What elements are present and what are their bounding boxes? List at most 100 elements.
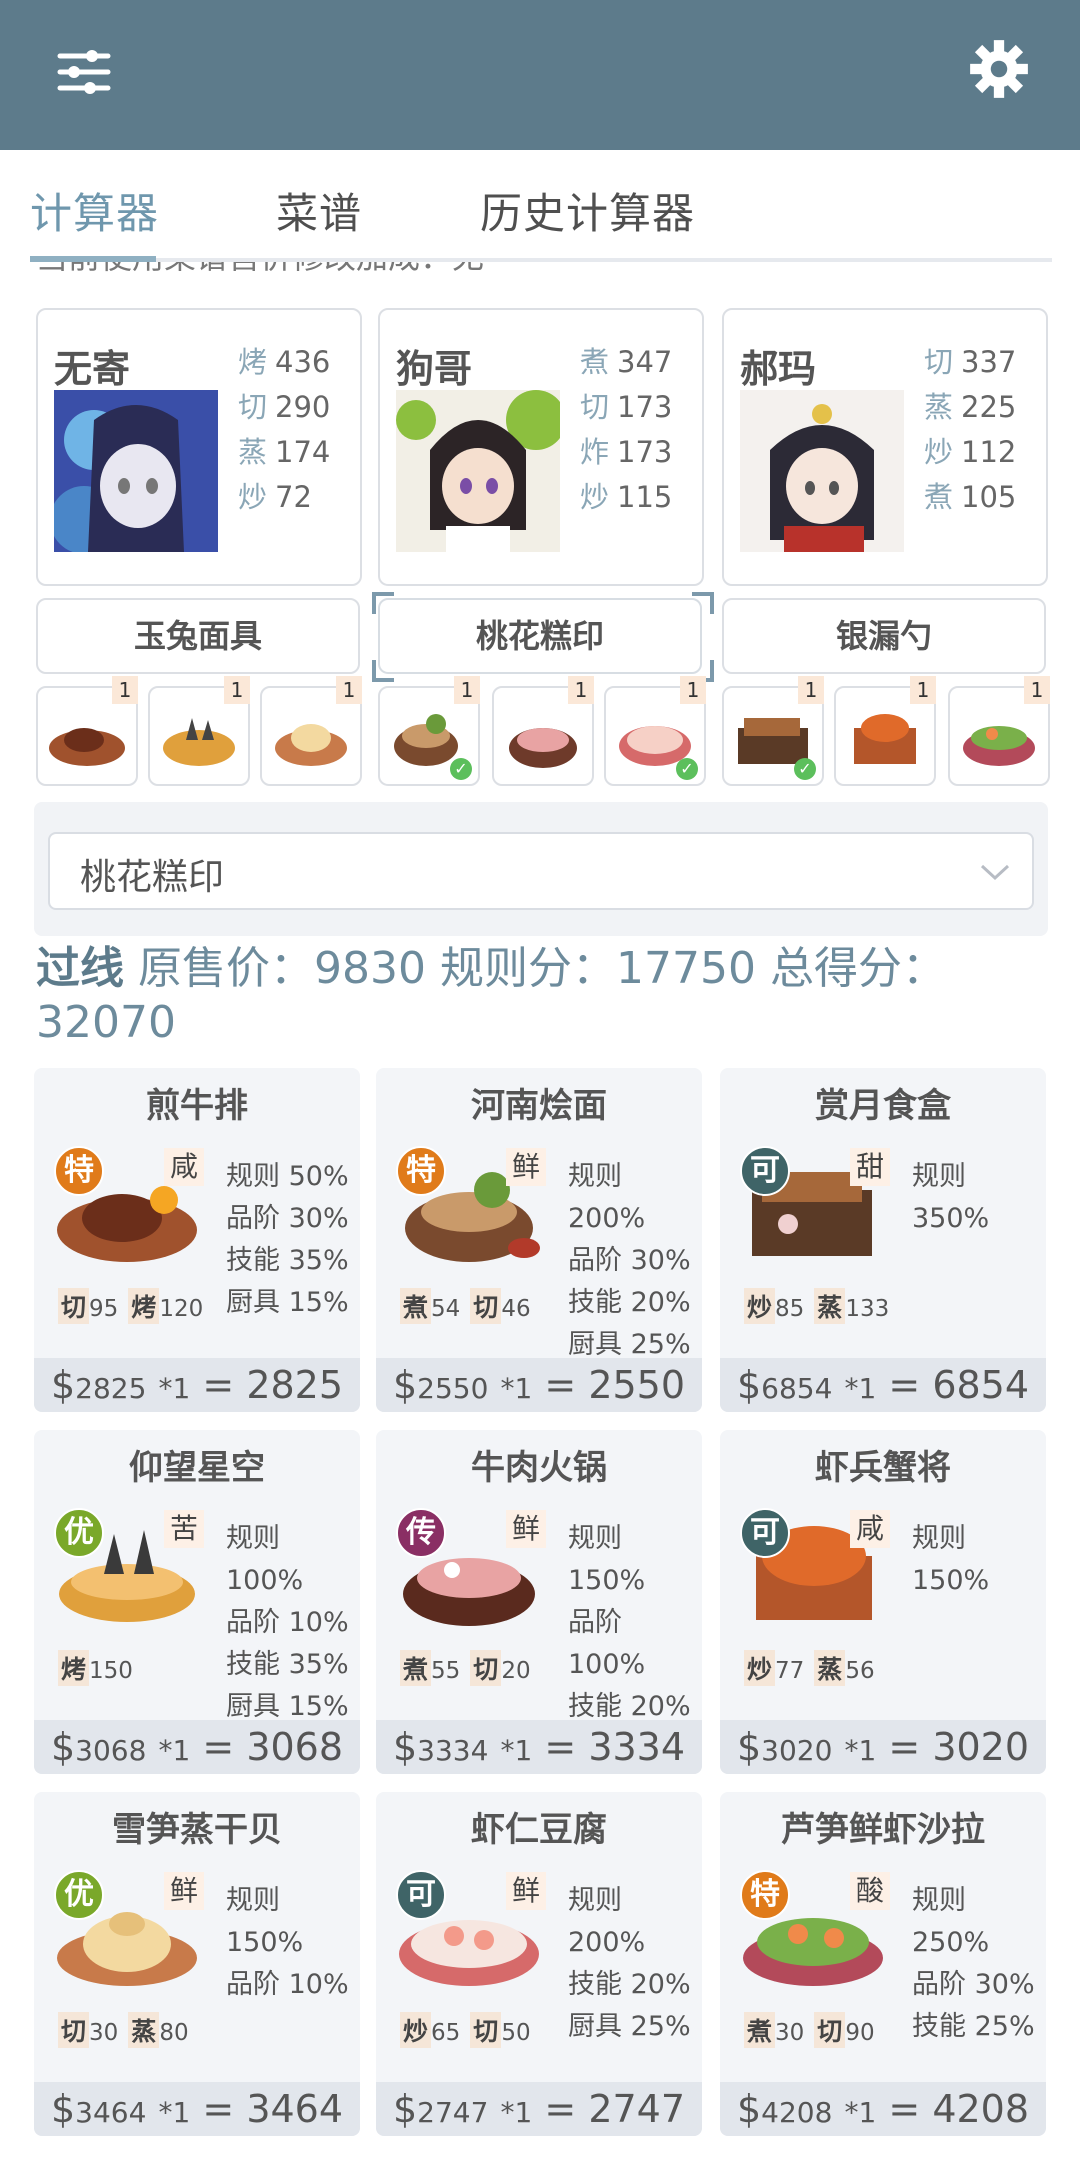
skill-requirement: 蒸 80 (128, 2012, 189, 2048)
dish-slot[interactable]: 1 (36, 676, 138, 786)
chef-avatar (54, 390, 218, 552)
price-row: $3068 *1 = 3068 (34, 1720, 360, 1774)
skill-requirements: 炒 77 蒸 56 (744, 1650, 885, 1686)
chevron-down-icon (980, 864, 1010, 881)
price-row: $6854 *1 = 6854 (720, 1358, 1046, 1412)
recipe-card[interactable]: 牛肉火锅传鲜规则 150%品阶 100%技能 20%厨具 25%煮55切20$3… (376, 1430, 702, 1774)
bonus-item: 品阶 30% (912, 1969, 1035, 2000)
dish-slot[interactable]: 1 (492, 676, 594, 786)
bonus-list: 规则 100% 品阶 10% 技能 35% 厨具 15% (226, 1518, 360, 1728)
recipe-card[interactable]: 虾兵蟹将可 咸规则 150% 炒 77 蒸 56 $3020 *1 = 3020 (720, 1430, 1046, 1774)
price-row: $4208 *1 = 4208 (720, 2082, 1046, 2136)
dish-slot[interactable]: 1 ✓ (378, 676, 480, 786)
chef-card[interactable]: 狗哥 煮 347 切 173 炸 173 炒 115 (378, 308, 704, 586)
rank-badge: 优 (54, 1870, 104, 1920)
dish-slot[interactable]: 1 (148, 676, 250, 786)
recipe-name: 虾兵蟹将 (815, 1448, 951, 1488)
chef-avatar (396, 390, 560, 552)
price-row: $2550 *1 = 2550 (376, 1358, 702, 1412)
filter-sliders-icon[interactable] (52, 40, 116, 104)
rank-badge: 优 (54, 1508, 104, 1558)
bonus-list: 规则 350% (912, 1156, 1046, 1240)
skill-requirements: 炒 65 切 50 (400, 2012, 541, 2048)
dish-slot[interactable]: 1 (834, 676, 936, 786)
bonus-list: 规则 250% 品阶 30% 技能 25% (912, 1880, 1046, 2048)
skill-requirement: 切 30 (58, 2012, 118, 2048)
flavor-tag: 鲜 (506, 1872, 546, 1910)
equipment-dropdown[interactable]: 桃花糕印 (48, 832, 1034, 910)
skill-requirement: 切 46 (470, 1288, 531, 1324)
recipe-card[interactable]: 虾仁豆腐可 鲜规则 200% 技能 20% 厨具 25% 炒 65 切 50 $2747 *1 … (376, 1792, 702, 2136)
price-row: $2747 *1 = 2747 (376, 2082, 702, 2136)
recipe-name: 仰望星空 (129, 1448, 265, 1488)
dish-slot[interactable]: 1 ✓ (604, 676, 706, 786)
equipment-slot[interactable]: 玉兔面具 (36, 598, 360, 674)
settings-gear-icon[interactable] (966, 36, 1032, 102)
chef-skills: 切 337 蒸 225 炒 112 煮 105 (924, 345, 1017, 514)
recipe-card[interactable]: 赏月食盒可 甜规则 350% 炒 85 蒸 133 $6854 *1 = 6854 (720, 1068, 1046, 1412)
rank-badge: 可 (740, 1508, 790, 1558)
flavor-tag: 咸 (850, 1510, 890, 1548)
skill-requirements: 煮 54 切 46 (400, 1288, 541, 1324)
recipe-name: 赏月食盒 (815, 1086, 951, 1126)
chef-card[interactable]: 无寄 烤 436 切 290 蒸 174 炒 72 (36, 308, 362, 586)
equipment-slot[interactable]: 银漏勺 (722, 598, 1046, 674)
skill-requirement: 切 90 (814, 2012, 875, 2048)
dish-slot[interactable]: 1 (948, 676, 1050, 786)
bonus-item: 厨具 25% (568, 2011, 691, 2042)
bonus-list: 规则 150% 品阶 10% (226, 1880, 360, 2006)
chef-name: 郝玛 (740, 347, 817, 391)
rank-badge: 可 (396, 1870, 446, 1920)
skill-requirement: 烤 120 (128, 1288, 203, 1324)
check-icon: ✓ (450, 758, 472, 780)
tab-history-calculator[interactable]: 历史计算器 (480, 180, 695, 241)
skill-requirement: 蒸 56 (814, 1650, 875, 1686)
recipe-name: 虾仁豆腐 (471, 1810, 607, 1850)
recipe-name: 牛肉火锅 (471, 1448, 607, 1488)
recipe-name: 雪笋蒸干贝 (112, 1810, 282, 1850)
flavor-tag: 酸 (850, 1872, 890, 1910)
skill-requirement: 炒 65 (400, 2012, 460, 2048)
recipe-card[interactable]: 仰望星空优苦规则 100% 品阶 10% 技能 35% 厨具 15% 烤 150 $3068… (34, 1430, 360, 1774)
bonus-list: 规则 150% (912, 1518, 1046, 1602)
bonus-item: 品阶 30% (568, 1245, 691, 1276)
tab-calculator[interactable]: 计算器 (30, 180, 159, 241)
chef-card[interactable]: 郝玛 切 337 蒸 225 炒 112 煮 105 (722, 308, 1048, 586)
chef-skills: 烤 436 切 290 蒸 174 炒 72 (238, 345, 331, 514)
flavor-tag: 甜 (850, 1148, 890, 1186)
selection-corner (692, 592, 714, 614)
bonus-item: 技能 25% (912, 2011, 1035, 2042)
skill-requirement: 切 50 (470, 2012, 531, 2048)
price-bonus-line: 当前使用菜谱售价修改加成：无 (36, 262, 516, 284)
recipe-card[interactable]: 煎牛排特 咸规则 50% 品阶 30% 技能 35% 厨具 15% 切 95 烤 120 $282… (34, 1068, 360, 1412)
rank-badge: 传 (396, 1508, 446, 1558)
bonus-item: 规则 200% (568, 1161, 646, 1234)
bonus-item: 技能 35% (226, 1245, 349, 1276)
skill-requirements: 炒 85 蒸 133 (744, 1288, 899, 1324)
skill-requirement: 烤 150 (58, 1650, 133, 1686)
rank-badge: 特 (740, 1870, 790, 1920)
equipment-slot-selected[interactable]: 桃花糕印 (378, 598, 702, 674)
skill-requirement: 煮 54 (400, 1288, 460, 1324)
recipe-card[interactable]: 雪笋蒸干贝优 鲜规则 150% 品阶 10% 切 30 蒸 80 $3464 *1 = 346… (34, 1792, 360, 2136)
bonus-item: 品阶 10% (226, 1607, 349, 1638)
bonus-list: 规则 200% 技能 20% 厨具 25% (568, 1880, 702, 2048)
skill-requirements: 烤 150 (58, 1650, 143, 1686)
equipment-select-panel: 桃花糕印 (34, 802, 1048, 936)
price-row: $2825 *1 = 2825 (34, 1358, 360, 1412)
app-header (0, 0, 1080, 150)
dish-slot[interactable]: 1 (260, 676, 362, 786)
recipe-card[interactable]: 河南烩面特鲜规则 200% 品阶 30% 技能 20% 厨具 25% 煮 54 切 46 $25… (376, 1068, 702, 1412)
flavor-tag: 鲜 (164, 1872, 204, 1910)
tab-recipes[interactable]: 菜谱 (276, 180, 362, 241)
bonus-list: 规则 200% 品阶 30% 技能 20% 厨具 25% (568, 1156, 702, 1366)
recipe-card[interactable]: 芦笋鲜虾沙拉特 酸规则 250% 品阶 30% 技能 25% 煮 30 切 90 $4208 *… (720, 1792, 1046, 2136)
chef-avatar (740, 390, 904, 552)
recipe-name: 煎牛排 (146, 1086, 248, 1126)
bonus-item: 品阶 100% (568, 1607, 646, 1680)
check-icon: ✓ (794, 758, 816, 780)
rank-badge: 特 (396, 1146, 446, 1196)
bonus-item: 规则 350% (912, 1161, 990, 1234)
bonus-item: 规则 150% (568, 1523, 646, 1596)
dish-slot[interactable]: 1 ✓ (722, 676, 824, 786)
